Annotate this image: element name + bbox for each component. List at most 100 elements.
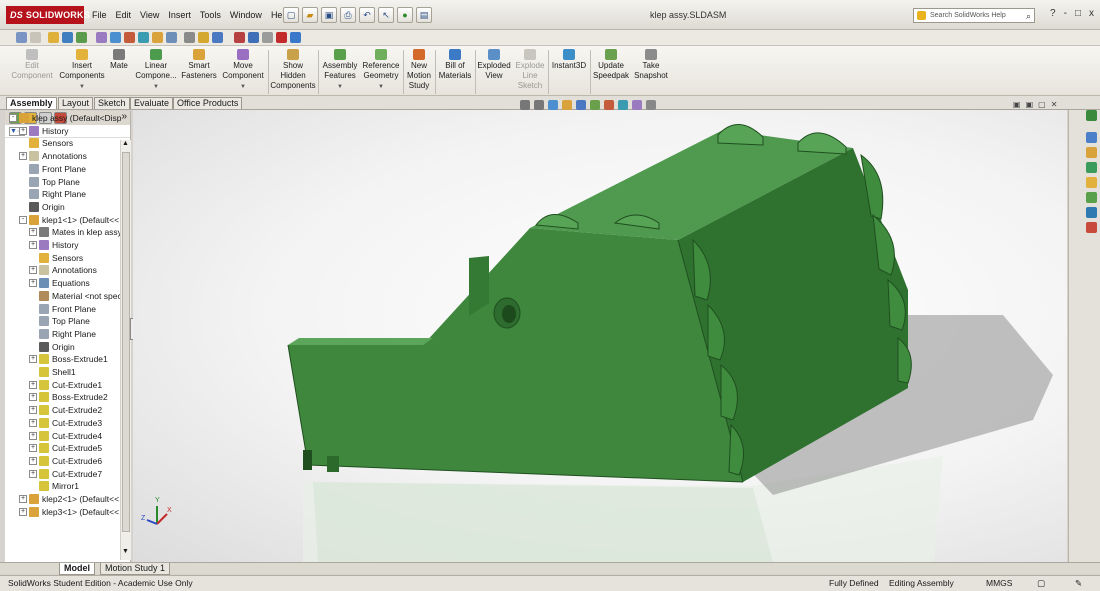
zoom-to-fit-icon[interactable] xyxy=(520,100,530,110)
help-menu-icon[interactable]: ? xyxy=(1050,8,1056,19)
tab-assembly[interactable]: Assembly xyxy=(6,97,57,109)
insert-components-button[interactable]: Insert Components ▼ xyxy=(58,49,106,92)
toolbar-icon[interactable] xyxy=(166,32,177,43)
expand-icon[interactable]: + xyxy=(29,266,37,275)
minimize-icon[interactable]: - xyxy=(1064,8,1067,19)
toolbar-icon[interactable] xyxy=(48,32,59,43)
maximize-icon[interactable]: □ xyxy=(1075,8,1081,19)
zoom-area-icon[interactable] xyxy=(534,100,544,110)
scroll-thumb[interactable] xyxy=(122,152,130,532)
update-speedpak-button[interactable]: Update Speedpak xyxy=(592,49,630,81)
scroll-up-icon[interactable]: ▲ xyxy=(122,140,129,147)
rebuild-icon[interactable]: ● xyxy=(397,7,413,23)
tab-office-products[interactable]: Office Products xyxy=(173,97,243,109)
close-viewport-icon[interactable]: ✕ xyxy=(1051,100,1058,109)
toolbar-icon[interactable] xyxy=(124,32,135,43)
toolbar-icon[interactable] xyxy=(276,32,287,43)
hide-show-items-icon[interactable] xyxy=(604,100,614,110)
expand-icon[interactable]: + xyxy=(29,456,37,465)
tab-motion-study-1[interactable]: Motion Study 1 xyxy=(100,563,171,575)
print-icon[interactable]: ⎙ xyxy=(340,7,356,23)
dropdown-arrow-icon[interactable]: ▼ xyxy=(361,82,401,92)
menu-edit[interactable]: Edit xyxy=(116,10,132,20)
menu-file[interactable]: File xyxy=(92,10,107,20)
dropdown-arrow-icon[interactable]: ▼ xyxy=(320,82,360,92)
edit-component-button[interactable]: Edit Component xyxy=(8,49,56,81)
tab-evaluate[interactable]: Evaluate xyxy=(130,97,174,109)
dropdown-arrow-icon[interactable]: ▼ xyxy=(134,82,178,92)
menu-insert[interactable]: Insert xyxy=(168,10,191,20)
collapse-icon[interactable]: - xyxy=(9,114,17,122)
show-hidden-components-button[interactable]: Show Hidden Components xyxy=(270,49,316,91)
model-front-face[interactable] xyxy=(288,228,743,482)
scroll-down-icon[interactable]: ▼ xyxy=(122,548,129,555)
save-icon[interactable]: ▣ xyxy=(321,7,337,23)
model-base-ledge[interactable] xyxy=(288,338,433,345)
new-document-icon[interactable]: ▢ xyxy=(283,7,299,23)
expand-icon[interactable]: + xyxy=(29,393,37,402)
model-top-tab[interactable] xyxy=(797,132,847,155)
instant3d-button[interactable]: Instant3D xyxy=(550,49,588,71)
view-orientation-icon[interactable] xyxy=(576,100,586,110)
view-palette-icon[interactable] xyxy=(1086,177,1097,188)
toolbar-icon[interactable] xyxy=(234,32,245,43)
undo-icon[interactable]: ↶ xyxy=(359,7,375,23)
exploded-view-button[interactable]: Exploded View xyxy=(477,49,511,81)
feature-tree-scrollbar[interactable]: ▲ ▼ xyxy=(120,140,131,560)
expand-icon[interactable]: + xyxy=(29,418,37,427)
smart-fasteners-button[interactable]: Smart Fasteners xyxy=(180,49,218,81)
expand-icon[interactable]: + xyxy=(29,380,37,389)
previous-view-icon[interactable] xyxy=(548,100,558,110)
custom-properties-icon[interactable] xyxy=(1086,207,1097,218)
expand-icon[interactable]: + xyxy=(29,444,37,453)
select-arrow-icon[interactable]: ↖ xyxy=(378,7,394,23)
help-search-input[interactable]: Search SolidWorks Help ⌕ xyxy=(913,8,1035,23)
tab-layout[interactable]: Layout xyxy=(58,97,94,109)
units-indicator[interactable]: MMGS xyxy=(986,576,1012,590)
expand-icon[interactable]: + xyxy=(19,495,27,503)
expand-icon[interactable]: + xyxy=(19,507,27,516)
tab-model[interactable]: Model xyxy=(59,563,95,575)
design-library-icon[interactable] xyxy=(1086,132,1097,143)
restore-viewport-icon[interactable]: ▣ xyxy=(1013,100,1021,109)
toolbar-icon[interactable] xyxy=(16,32,27,43)
toolbar-icon[interactable] xyxy=(248,32,259,43)
appearances-icon[interactable] xyxy=(1086,192,1097,203)
explode-line-sketch-button[interactable]: Explode Line Sketch xyxy=(513,49,547,91)
expand-icon[interactable]: + xyxy=(29,279,37,288)
toolbar-icon[interactable] xyxy=(152,32,163,43)
3d-model-view[interactable]: Y X Z xyxy=(133,110,1067,562)
search-results-icon[interactable] xyxy=(1086,162,1097,173)
toolbar-icon[interactable] xyxy=(110,32,121,43)
expand-icon[interactable]: + xyxy=(29,355,37,364)
tile-viewport-icon[interactable]: ▣ xyxy=(1026,100,1034,109)
apply-scene-icon[interactable] xyxy=(632,100,642,110)
model-top-tab[interactable] xyxy=(717,124,764,146)
rebuild-status-icon[interactable]: ▢ xyxy=(1037,576,1045,590)
file-explorer-icon[interactable] xyxy=(1086,147,1097,158)
menu-view[interactable]: View xyxy=(140,10,159,20)
section-view-icon[interactable] xyxy=(562,100,572,110)
search-icon[interactable]: ⌕ xyxy=(1026,10,1031,23)
expand-icon[interactable]: + xyxy=(19,126,27,135)
linear-component-pattern-button[interactable]: Linear Compone... ▼ xyxy=(134,49,178,92)
maximize-viewport-icon[interactable]: ▢ xyxy=(1038,100,1046,109)
assembly-features-button[interactable]: Assembly Features ▼ xyxy=(320,49,360,92)
chevron-right-icon[interactable]: » xyxy=(121,111,127,122)
quick-tips-icon[interactable]: ✎ xyxy=(1075,576,1082,590)
edit-appearance-icon[interactable] xyxy=(618,100,628,110)
solidworks-resources-icon[interactable] xyxy=(1086,110,1097,121)
toolbar-icon[interactable] xyxy=(62,32,73,43)
toolbar-icon[interactable] xyxy=(184,32,195,43)
open-folder-icon[interactable]: ▰ xyxy=(302,7,318,23)
toolbar-icon[interactable] xyxy=(76,32,87,43)
options-icon[interactable]: ▤ xyxy=(416,7,432,23)
new-motion-study-button[interactable]: New Motion Study xyxy=(405,49,433,91)
toolbar-icon[interactable] xyxy=(290,32,301,43)
toolbar-icon[interactable] xyxy=(96,32,107,43)
menu-tools[interactable]: Tools xyxy=(200,10,221,20)
menu-window[interactable]: Window xyxy=(230,10,262,20)
toolbar-icon[interactable] xyxy=(262,32,273,43)
dropdown-arrow-icon[interactable]: ▼ xyxy=(220,82,266,92)
view-settings-icon[interactable] xyxy=(646,100,656,110)
